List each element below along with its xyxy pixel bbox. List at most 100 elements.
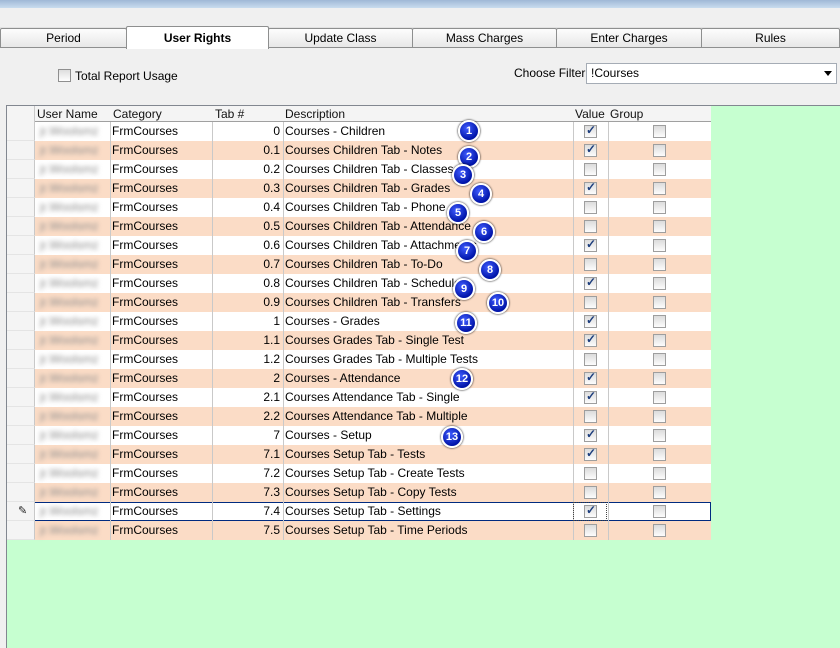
table-row[interactable]: jr.Woolsmz FrmCourses 2.2 Courses Attendanc…	[7, 407, 711, 426]
cell-user-name[interactable]: jr.Woolsmz	[36, 388, 109, 407]
value-checkbox[interactable]	[584, 524, 597, 537]
table-row[interactable]: jr.Woolsmz FrmCourses 1.1 Courses Grades Ta…	[7, 331, 711, 350]
table-row[interactable]: jr.Woolsmz FrmCourses 0.1 Courses Children …	[7, 141, 711, 160]
value-checkbox[interactable]	[584, 142, 597, 157]
cell-tab-number[interactable]: 1	[213, 312, 282, 331]
cell-description[interactable]: Courses Children Tab - Grades	[284, 179, 574, 198]
cell-tab-number[interactable]: 0.9	[213, 293, 282, 312]
cell-description[interactable]: Courses Attendance Tab - Multiple	[284, 407, 574, 426]
cell-category[interactable]: FrmCourses	[111, 502, 211, 521]
column-header-group[interactable]: Group	[608, 106, 711, 122]
tab-update-class[interactable]: Update Class	[268, 28, 413, 48]
column-header-description[interactable]: Description	[283, 106, 573, 122]
cell-user-name[interactable]: jr.Woolsmz	[36, 426, 109, 445]
group-checkbox[interactable]	[653, 144, 666, 157]
value-checkbox[interactable]	[584, 237, 597, 252]
row-selector[interactable]	[7, 483, 35, 502]
cell-tab-number[interactable]: 0.8	[213, 274, 282, 293]
group-checkbox[interactable]	[653, 239, 666, 252]
value-checkbox[interactable]	[584, 389, 597, 404]
row-selector[interactable]	[7, 464, 35, 483]
cell-category[interactable]: FrmCourses	[111, 483, 211, 502]
table-row[interactable]: jr.Woolsmz FrmCourses 0.9 Courses Children …	[7, 293, 711, 312]
column-header-user-name[interactable]: User Name	[35, 106, 111, 122]
cell-category[interactable]: FrmCourses	[111, 426, 211, 445]
cell-category[interactable]: FrmCourses	[111, 141, 211, 160]
value-checkbox[interactable]	[584, 313, 597, 328]
cell-description[interactable]: Courses Setup Tab - Settings	[284, 502, 574, 521]
cell-user-name[interactable]: jr.Woolsmz	[36, 464, 109, 483]
cell-description[interactable]: Courses Children Tab - Phone	[284, 198, 574, 217]
group-checkbox[interactable]	[653, 524, 666, 537]
table-row[interactable]: jr.Woolsmz FrmCourses 0.5 Courses Children …	[7, 217, 711, 236]
cell-description[interactable]: Courses Setup Tab - Create Tests	[284, 464, 574, 483]
cell-tab-number[interactable]: 7	[213, 426, 282, 445]
cell-description[interactable]: Courses Setup Tab - Tests	[284, 445, 574, 464]
table-row[interactable]: jr.Woolsmz FrmCourses 0.3 Courses Children …	[7, 179, 711, 198]
value-checkbox[interactable]	[584, 446, 597, 461]
cell-tab-number[interactable]: 7.5	[213, 521, 282, 540]
group-checkbox[interactable]	[653, 372, 666, 385]
cell-description[interactable]: Courses Children Tab - Schedule	[284, 274, 574, 293]
cell-category[interactable]: FrmCourses	[111, 331, 211, 350]
row-selector[interactable]	[7, 217, 35, 236]
group-checkbox[interactable]	[653, 296, 666, 309]
table-row[interactable]: jr.Woolsmz FrmCourses 1.2 Courses Grades Ta…	[7, 350, 711, 369]
cell-tab-number[interactable]: 7.2	[213, 464, 282, 483]
group-checkbox[interactable]	[653, 163, 666, 176]
row-selector[interactable]	[7, 179, 35, 198]
value-checkbox[interactable]	[584, 123, 597, 138]
cell-category[interactable]: FrmCourses	[111, 445, 211, 464]
cell-tab-number[interactable]: 0	[213, 122, 282, 141]
value-checkbox[interactable]	[584, 410, 597, 423]
row-selector[interactable]	[7, 388, 35, 407]
group-checkbox[interactable]	[653, 448, 666, 461]
cell-tab-number[interactable]: 1.1	[213, 331, 282, 350]
group-checkbox[interactable]	[653, 315, 666, 328]
cell-tab-number[interactable]: 0.1	[213, 141, 282, 160]
cell-category[interactable]: FrmCourses	[111, 407, 211, 426]
tab-period[interactable]: Period	[0, 28, 127, 48]
chevron-down-icon[interactable]	[824, 71, 832, 76]
cell-category[interactable]: FrmCourses	[111, 312, 211, 331]
column-header-tab-number[interactable]: Tab #	[213, 106, 283, 122]
table-row[interactable]: jr.Woolsmz FrmCourses 7.2 Courses Setup Tab…	[7, 464, 711, 483]
tab-enter-charges[interactable]: Enter Charges	[556, 28, 702, 48]
tab-rules[interactable]: Rules	[701, 28, 840, 48]
cell-tab-number[interactable]: 7.3	[213, 483, 282, 502]
cell-description[interactable]: Courses - Setup	[284, 426, 574, 445]
cell-user-name[interactable]: jr.Woolsmz	[36, 236, 109, 255]
cell-description[interactable]: Courses Children Tab - Classes	[284, 160, 574, 179]
group-checkbox[interactable]	[653, 125, 666, 138]
table-row[interactable]: jr.Woolsmz FrmCourses 0.6 Courses Children …	[7, 236, 711, 255]
cell-description[interactable]: Courses Grades Tab - Single Test	[284, 331, 574, 350]
row-selector[interactable]	[7, 236, 35, 255]
group-checkbox[interactable]	[653, 277, 666, 290]
cell-user-name[interactable]: jr.Woolsmz	[36, 331, 109, 350]
cell-tab-number[interactable]: 0.7	[213, 255, 282, 274]
cell-tab-number[interactable]: 1.2	[213, 350, 282, 369]
cell-description[interactable]: Courses - Attendance	[284, 369, 574, 388]
cell-category[interactable]: FrmCourses	[111, 369, 211, 388]
column-header-category[interactable]: Category	[111, 106, 213, 122]
table-row[interactable]: jr.Woolsmz FrmCourses 0.4 Courses Children …	[7, 198, 711, 217]
value-checkbox[interactable]	[584, 467, 597, 480]
table-row[interactable]: jr.Woolsmz FrmCourses 1 Courses - Grades	[7, 312, 711, 331]
cell-description[interactable]: Courses Attendance Tab - Single	[284, 388, 574, 407]
cell-category[interactable]: FrmCourses	[111, 293, 211, 312]
group-checkbox[interactable]	[653, 429, 666, 442]
group-checkbox[interactable]	[653, 220, 666, 233]
table-row[interactable]: jr.Woolsmz FrmCourses 0.2 Courses Children …	[7, 160, 711, 179]
cell-description[interactable]: Courses Children Tab - Attendance	[284, 217, 574, 236]
row-selector[interactable]	[7, 141, 35, 160]
group-checkbox[interactable]	[653, 201, 666, 214]
cell-description[interactable]: Courses - Grades	[284, 312, 574, 331]
value-checkbox[interactable]	[584, 332, 597, 347]
cell-category[interactable]: FrmCourses	[111, 179, 211, 198]
cell-category[interactable]: FrmCourses	[111, 198, 211, 217]
value-checkbox[interactable]	[584, 370, 597, 385]
value-checkbox[interactable]	[584, 503, 597, 518]
cell-tab-number[interactable]: 2	[213, 369, 282, 388]
row-selector[interactable]	[7, 331, 35, 350]
row-selector[interactable]	[7, 160, 35, 179]
